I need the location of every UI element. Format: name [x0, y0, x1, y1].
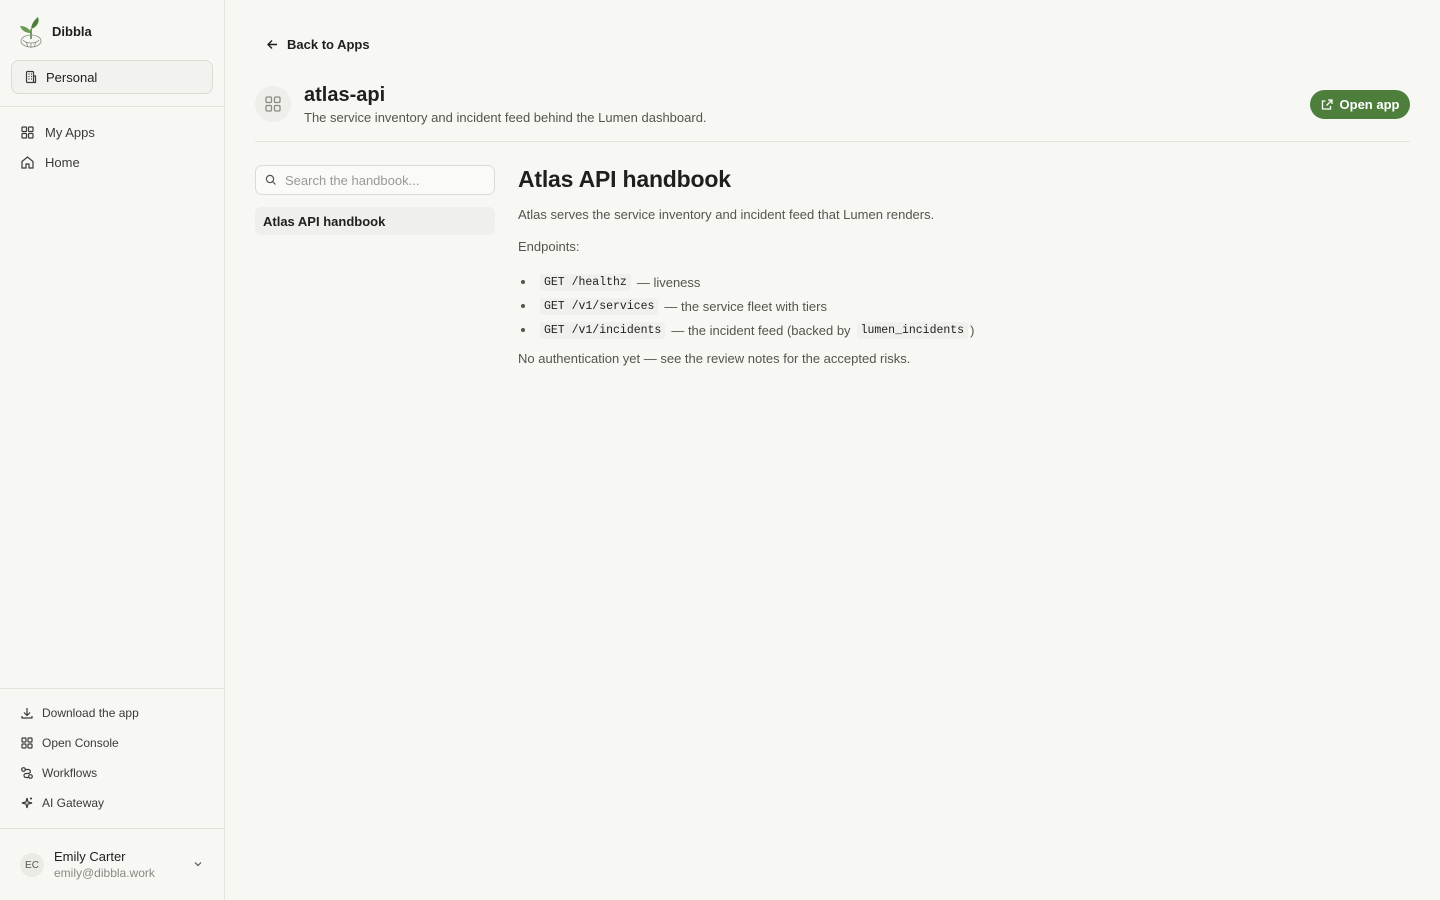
- handbook-search[interactable]: [255, 165, 495, 195]
- endpoint-code: GET /healthz: [540, 273, 631, 291]
- divider: [0, 106, 224, 107]
- avatar: EC: [20, 853, 44, 877]
- grid-icon: [265, 96, 281, 112]
- workspace-selector[interactable]: Personal: [11, 60, 213, 94]
- sidebar: Dibbla Personal My Apps Home Download th…: [0, 0, 225, 900]
- endpoint-code: GET /v1/incidents: [540, 321, 666, 339]
- user-email: emily@dibbla.work: [54, 866, 155, 880]
- endpoint-code: GET /v1/services: [540, 297, 659, 315]
- nav-item-label: Home: [45, 155, 80, 170]
- foot-item-label: Download the app: [42, 706, 139, 720]
- endpoint-text: — the service fleet with tiers: [664, 298, 827, 314]
- console-icon: [21, 737, 33, 749]
- sparkle-icon: [21, 797, 33, 809]
- foot-item-label: AI Gateway: [42, 796, 105, 810]
- user-name: Emily Carter: [54, 849, 126, 864]
- brand-name: Dibbla: [52, 23, 92, 39]
- open-console-link[interactable]: Open Console: [20, 736, 119, 750]
- foot-item-label: Open Console: [42, 736, 119, 750]
- handbook-content: Atlas API handbook Atlas serves the serv…: [518, 166, 1398, 366]
- doc-footer-note: No authentication yet — see the review n…: [518, 351, 911, 366]
- workflows-link[interactable]: Workflows: [20, 766, 97, 780]
- foot-item-label: Workflows: [42, 766, 98, 780]
- chevron-down-icon: [194, 862, 202, 867]
- endpoints-label: Endpoints:: [518, 239, 580, 254]
- divider: [0, 828, 224, 829]
- open-app-button[interactable]: Open app: [1310, 90, 1410, 119]
- download-icon: [21, 708, 33, 719]
- workspace-label: Personal: [46, 69, 98, 85]
- open-app-label: Open app: [1339, 97, 1400, 112]
- user-menu[interactable]: EC Emily Carter emily@dibbla.work: [20, 848, 210, 882]
- download-app-link[interactable]: Download the app: [20, 706, 139, 720]
- search-input[interactable]: [285, 172, 485, 188]
- endpoint-text: — liveness: [636, 274, 701, 290]
- app-title: atlas-api: [304, 84, 386, 106]
- table-name-code: lumen_incidents: [856, 321, 969, 339]
- brand[interactable]: Dibbla: [18, 14, 92, 48]
- list-item: GET /v1/incidents — the incident feed (b…: [518, 318, 1398, 342]
- home-icon: [21, 156, 34, 169]
- arrow-left-icon: [267, 40, 277, 49]
- list-item: GET /v1/services — the service fleet wit…: [518, 294, 1398, 318]
- ai-gateway-link[interactable]: AI Gateway: [20, 796, 104, 810]
- back-label: Back to Apps: [287, 37, 370, 52]
- app-description: The service inventory and incident feed …: [304, 110, 707, 125]
- back-to-apps-link[interactable]: Back to Apps: [266, 37, 370, 52]
- nav-item-my-apps[interactable]: My Apps: [20, 125, 95, 140]
- doc-nav-item-atlas-api-handbook[interactable]: Atlas API handbook: [255, 207, 495, 235]
- doc-title: Atlas API handbook: [518, 166, 731, 192]
- app-icon: [255, 86, 291, 122]
- divider: [0, 688, 224, 689]
- nav-item-label: My Apps: [45, 125, 95, 140]
- sprout-logo-icon: [20, 17, 42, 48]
- endpoint-text: — the incident feed (backed by: [671, 322, 851, 338]
- building-icon: [25, 70, 37, 84]
- endpoint-text-close: ): [970, 322, 975, 338]
- list-item: GET /healthz — liveness: [518, 270, 1398, 294]
- doc-intro: Atlas serves the service inventory and i…: [518, 207, 935, 222]
- divider: [255, 141, 1410, 142]
- endpoint-list: GET /healthz — liveness GET /v1/services…: [518, 270, 1398, 342]
- search-icon: [265, 174, 276, 185]
- grid-icon: [21, 126, 34, 139]
- external-link-icon: [1321, 99, 1333, 110]
- nav-item-home[interactable]: Home: [20, 155, 80, 170]
- workflow-icon: [21, 767, 33, 779]
